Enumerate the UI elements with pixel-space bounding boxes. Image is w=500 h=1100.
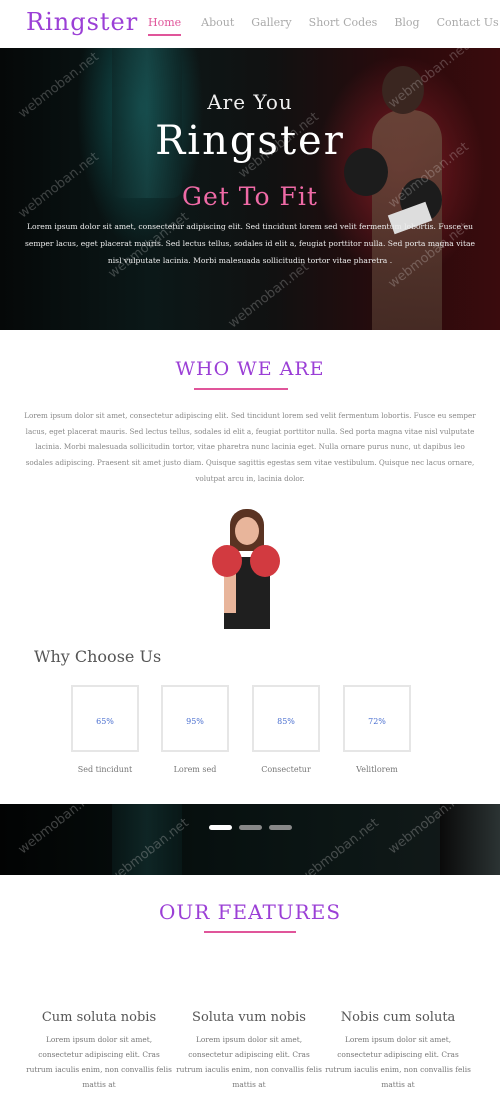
stat-box: 65%: [71, 685, 139, 752]
stat-box: 95%: [161, 685, 229, 752]
stat-box: 85%: [252, 685, 320, 752]
hero-tagline: Get To Fit: [182, 182, 318, 211]
nav-item-about[interactable]: About: [201, 16, 234, 29]
nav-item-short-codes[interactable]: Short Codes: [309, 16, 378, 29]
hero-banner: webmoban.net webmoban.net webmoban.net w…: [0, 48, 500, 330]
watermark: webmoban.net: [225, 259, 312, 330]
hero-text: Lorem ipsum dolor sit amet, consectetur …: [24, 222, 476, 265]
feature-title: Nobis cum soluta: [340, 1010, 456, 1025]
punching-bag-image: [112, 804, 182, 875]
top-navbar: Ringster Home About Gallery Short Codes …: [0, 0, 500, 48]
feature-column: Soluta vum nobis Lorem ipsum dolor sit a…: [174, 1010, 324, 1092]
feature-text: Lorem ipsum dolor sit amet, consectetur …: [176, 1035, 322, 1089]
stat-label: Sed tincidunt: [77, 765, 133, 774]
nav-item-gallery[interactable]: Gallery: [251, 16, 291, 29]
heading-underline: [194, 388, 288, 390]
our-features-heading: OUR FEATURES: [158, 900, 342, 924]
nav-item-home[interactable]: Home: [148, 16, 182, 36]
slider-dot[interactable]: [269, 825, 292, 830]
stat-value: 72%: [368, 717, 386, 726]
feature-title: Cum soluta nobis: [41, 1010, 157, 1025]
stat-label: Velitlorem: [356, 765, 398, 774]
feature-title: Soluta vum nobis: [192, 1010, 306, 1025]
why-choose-us-heading: Why Choose Us: [34, 647, 162, 666]
site-logo[interactable]: Ringster: [26, 8, 138, 36]
who-we-are-heading: WHO WE ARE: [175, 358, 325, 380]
nav-item-contact-us[interactable]: Contact Us: [437, 16, 499, 29]
who-we-are-text: Lorem ipsum dolor sit amet, consectetur …: [24, 411, 476, 483]
watermark: webmoban.net: [295, 815, 382, 875]
stat-box: 72%: [343, 685, 411, 752]
main-menu: Home About Gallery Short Codes Blog Cont…: [148, 16, 499, 36]
watermark: webmoban.net: [15, 804, 102, 858]
feature-column: Nobis cum soluta Lorem ipsum dolor sit a…: [323, 1010, 473, 1092]
stat-label: Consectetur: [261, 765, 311, 774]
hero-subtitle: Are You: [207, 90, 293, 114]
stat-value: 65%: [96, 717, 114, 726]
female-boxer-image: [210, 509, 280, 629]
stat-label: Lorem sed: [173, 765, 217, 774]
slider-dots: [209, 825, 292, 830]
nav-item-blog[interactable]: Blog: [394, 16, 419, 29]
stat-value: 95%: [186, 717, 204, 726]
feature-column: Cum soluta nobis Lorem ipsum dolor sit a…: [24, 1010, 174, 1092]
heading-underline: [204, 931, 296, 933]
feature-text: Lorem ipsum dolor sit amet, consectetur …: [26, 1035, 172, 1089]
stat-value: 85%: [277, 717, 295, 726]
banner-shadow: [440, 804, 500, 875]
slider-dot[interactable]: [239, 825, 262, 830]
hero-title: Ringster: [155, 118, 345, 164]
slider-dot[interactable]: [209, 825, 232, 830]
feature-text: Lorem ipsum dolor sit amet, consectetur …: [325, 1035, 471, 1089]
slider-banner: webmoban.net webmoban.net webmoban.net w…: [0, 804, 500, 875]
